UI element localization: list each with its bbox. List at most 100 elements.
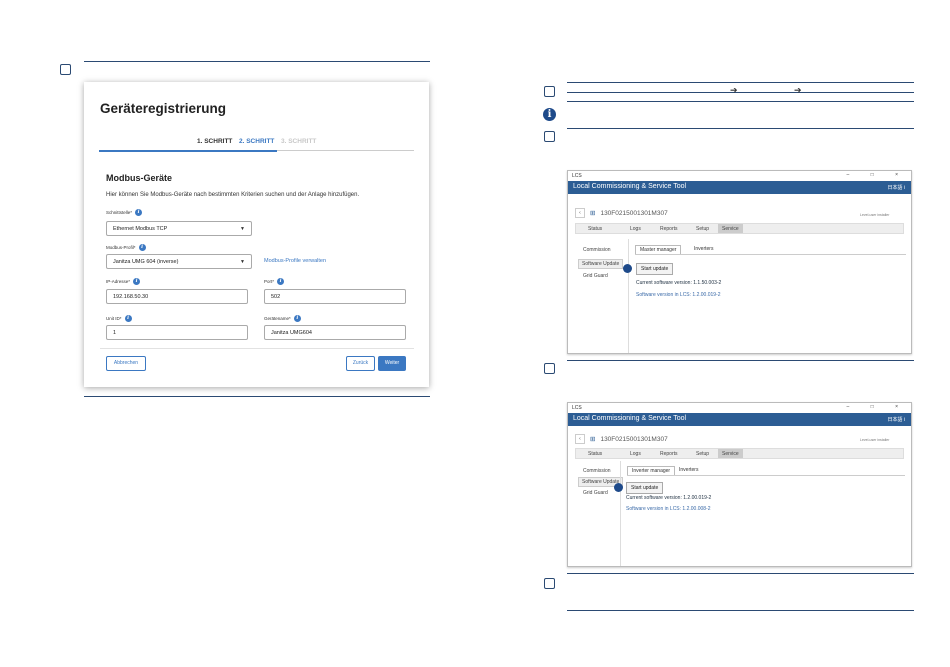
- tab-status[interactable]: Status: [588, 226, 602, 232]
- subtab-inverters[interactable]: Inverters: [694, 246, 713, 252]
- subtab-underline: [635, 254, 906, 255]
- device-row: ‹ ⊞ 130F0215001301M307: [575, 434, 668, 444]
- checkbox-icon: [60, 64, 71, 75]
- tab-setup[interactable]: Setup: [696, 451, 709, 457]
- rule-1: [567, 82, 914, 83]
- port-label-text: Port*: [264, 279, 275, 284]
- info-icon: i: [543, 108, 556, 121]
- window-controls[interactable]: – □ ×: [847, 404, 909, 410]
- lcs-version: Software version in LCS: 1.2.00.019-2: [636, 292, 721, 298]
- footer-divider: [100, 348, 414, 349]
- start-update-button[interactable]: Start update: [636, 263, 674, 275]
- hint-icon[interactable]: i: [124, 315, 132, 322]
- login-note: Level-user installer: [860, 213, 890, 217]
- device-row: ‹ ⊞ 130F0215001301M307: [575, 208, 668, 218]
- lcs-window-2: LCS – □ × Local Commissioning & Service …: [567, 402, 912, 567]
- hint-icon[interactable]: i: [138, 244, 146, 251]
- subtab-master-manager[interactable]: Master manager: [635, 245, 682, 254]
- window-title: LCS: [572, 173, 582, 179]
- ip-label: IP-Adresse* i: [106, 278, 141, 285]
- window-controls[interactable]: – □ ×: [847, 172, 909, 178]
- hint-icon[interactable]: i: [133, 278, 141, 285]
- window-titlebar: LCS – □ ×: [568, 403, 911, 413]
- rule-bottom-left: [84, 396, 430, 397]
- network-icon: ⊞: [590, 210, 596, 217]
- tab-reports[interactable]: Reports: [660, 451, 678, 457]
- section-description: Hier können Sie Modbus-Geräte nach besti…: [106, 192, 360, 198]
- language-switch[interactable]: 日本語 i: [887, 184, 905, 191]
- side-item-grid-guard[interactable]: Grid Guard: [583, 490, 608, 496]
- app-header: Local Commissioning & Service Tool 日本語 i: [568, 413, 911, 426]
- profile-label: Modbus-Profil* i: [106, 244, 146, 251]
- login-note: Level-user installer: [860, 438, 890, 442]
- arrow-right-icon: ➔: [730, 85, 738, 95]
- side-divider: [628, 239, 629, 353]
- profile-value: Janitza UMG 604 (inverse): [113, 259, 179, 265]
- language-switch[interactable]: 日本語 i: [887, 416, 905, 423]
- back-button[interactable]: ‹: [575, 434, 585, 444]
- lcs-version: Software version in LCS: 1.2.00.008-2: [626, 506, 711, 512]
- manage-profiles-link[interactable]: Modbus-Profile verwalten: [264, 258, 326, 264]
- subtab-inverter-manager[interactable]: Inverter manager: [627, 466, 676, 475]
- checkbox-icon: [544, 131, 555, 142]
- app-header: Local Commissioning & Service Tool 日本語 i: [568, 181, 911, 194]
- subtab-inverters[interactable]: Inverters: [679, 467, 698, 473]
- back-button[interactable]: Zurück: [346, 356, 375, 371]
- tab-service[interactable]: Service: [718, 224, 743, 233]
- main-tabs: Status Logs Reports Setup Service: [575, 223, 904, 234]
- interface-label-text: Schnittstelle*: [106, 210, 133, 215]
- step-remaining: [277, 150, 414, 151]
- page-title: Geräteregistrierung: [100, 101, 227, 116]
- unit-id-input[interactable]: 1: [106, 325, 248, 340]
- side-item-commission[interactable]: Commission: [583, 468, 611, 474]
- side-item-grid-guard[interactable]: Grid Guard: [583, 273, 608, 279]
- subtab-underline: [627, 475, 905, 476]
- ip-label-text: IP-Adresse*: [106, 279, 131, 284]
- network-icon: ⊞: [590, 436, 596, 443]
- tab-service[interactable]: Service: [718, 449, 743, 458]
- tab-logs[interactable]: Logs: [630, 451, 641, 457]
- next-button[interactable]: Weiter: [378, 356, 406, 371]
- name-label-text: Gerätename*: [264, 316, 291, 321]
- window-title: LCS: [572, 405, 582, 411]
- side-item-commission[interactable]: Commission: [583, 247, 611, 253]
- back-button[interactable]: ‹: [575, 208, 585, 218]
- current-version: Current software version: 1.2.00.019-2: [626, 495, 712, 501]
- side-item-software-update[interactable]: Software Update: [578, 259, 624, 269]
- step-2: 2. SCHRITT: [239, 138, 275, 145]
- port-label: Port* i: [264, 278, 285, 285]
- interface-value: Ethernet Modbus TCP: [113, 226, 168, 232]
- tab-status[interactable]: Status: [588, 451, 602, 457]
- cancel-button[interactable]: Abbrechen: [106, 356, 146, 371]
- tab-reports[interactable]: Reports: [660, 226, 678, 232]
- tab-setup[interactable]: Setup: [696, 226, 709, 232]
- port-input[interactable]: 502: [264, 289, 406, 304]
- app-title: Local Commissioning & Service Tool: [573, 415, 687, 422]
- hint-icon[interactable]: i: [135, 209, 143, 216]
- unit-label: Unit ID* i: [106, 315, 132, 322]
- checkbox-icon: [544, 86, 555, 97]
- lcs-window-1: LCS – □ × Local Commissioning & Service …: [567, 170, 912, 354]
- device-name-input[interactable]: Janitza UMG604: [264, 325, 406, 340]
- hint-icon[interactable]: i: [277, 278, 285, 285]
- ip-input[interactable]: 192.168.50.30: [106, 289, 248, 304]
- app-title: Local Commissioning & Service Tool: [573, 183, 687, 190]
- section-title: Modbus-Geräte: [106, 173, 173, 183]
- marker-icon: [623, 264, 632, 273]
- device-id: 130F0215001301M307: [600, 435, 668, 443]
- device-id: 130F0215001301M307: [600, 209, 668, 217]
- rule-5: [567, 360, 914, 361]
- rule-2: [567, 92, 914, 93]
- profile-select[interactable]: Janitza UMG 604 (inverse) ▼: [106, 254, 252, 269]
- interface-select[interactable]: Ethernet Modbus TCP ▼: [106, 221, 252, 236]
- arrow-right-icon: ➔: [794, 85, 802, 95]
- rule-6: [567, 573, 914, 574]
- rule-3: [567, 101, 914, 102]
- rule-4: [567, 128, 914, 129]
- window-titlebar: LCS – □ ×: [568, 171, 911, 181]
- hint-icon[interactable]: i: [293, 315, 301, 322]
- tab-logs[interactable]: Logs: [630, 226, 641, 232]
- rule-7: [567, 610, 914, 611]
- start-update-button[interactable]: Start update: [626, 482, 664, 494]
- caret-down-icon: ▼: [240, 226, 245, 232]
